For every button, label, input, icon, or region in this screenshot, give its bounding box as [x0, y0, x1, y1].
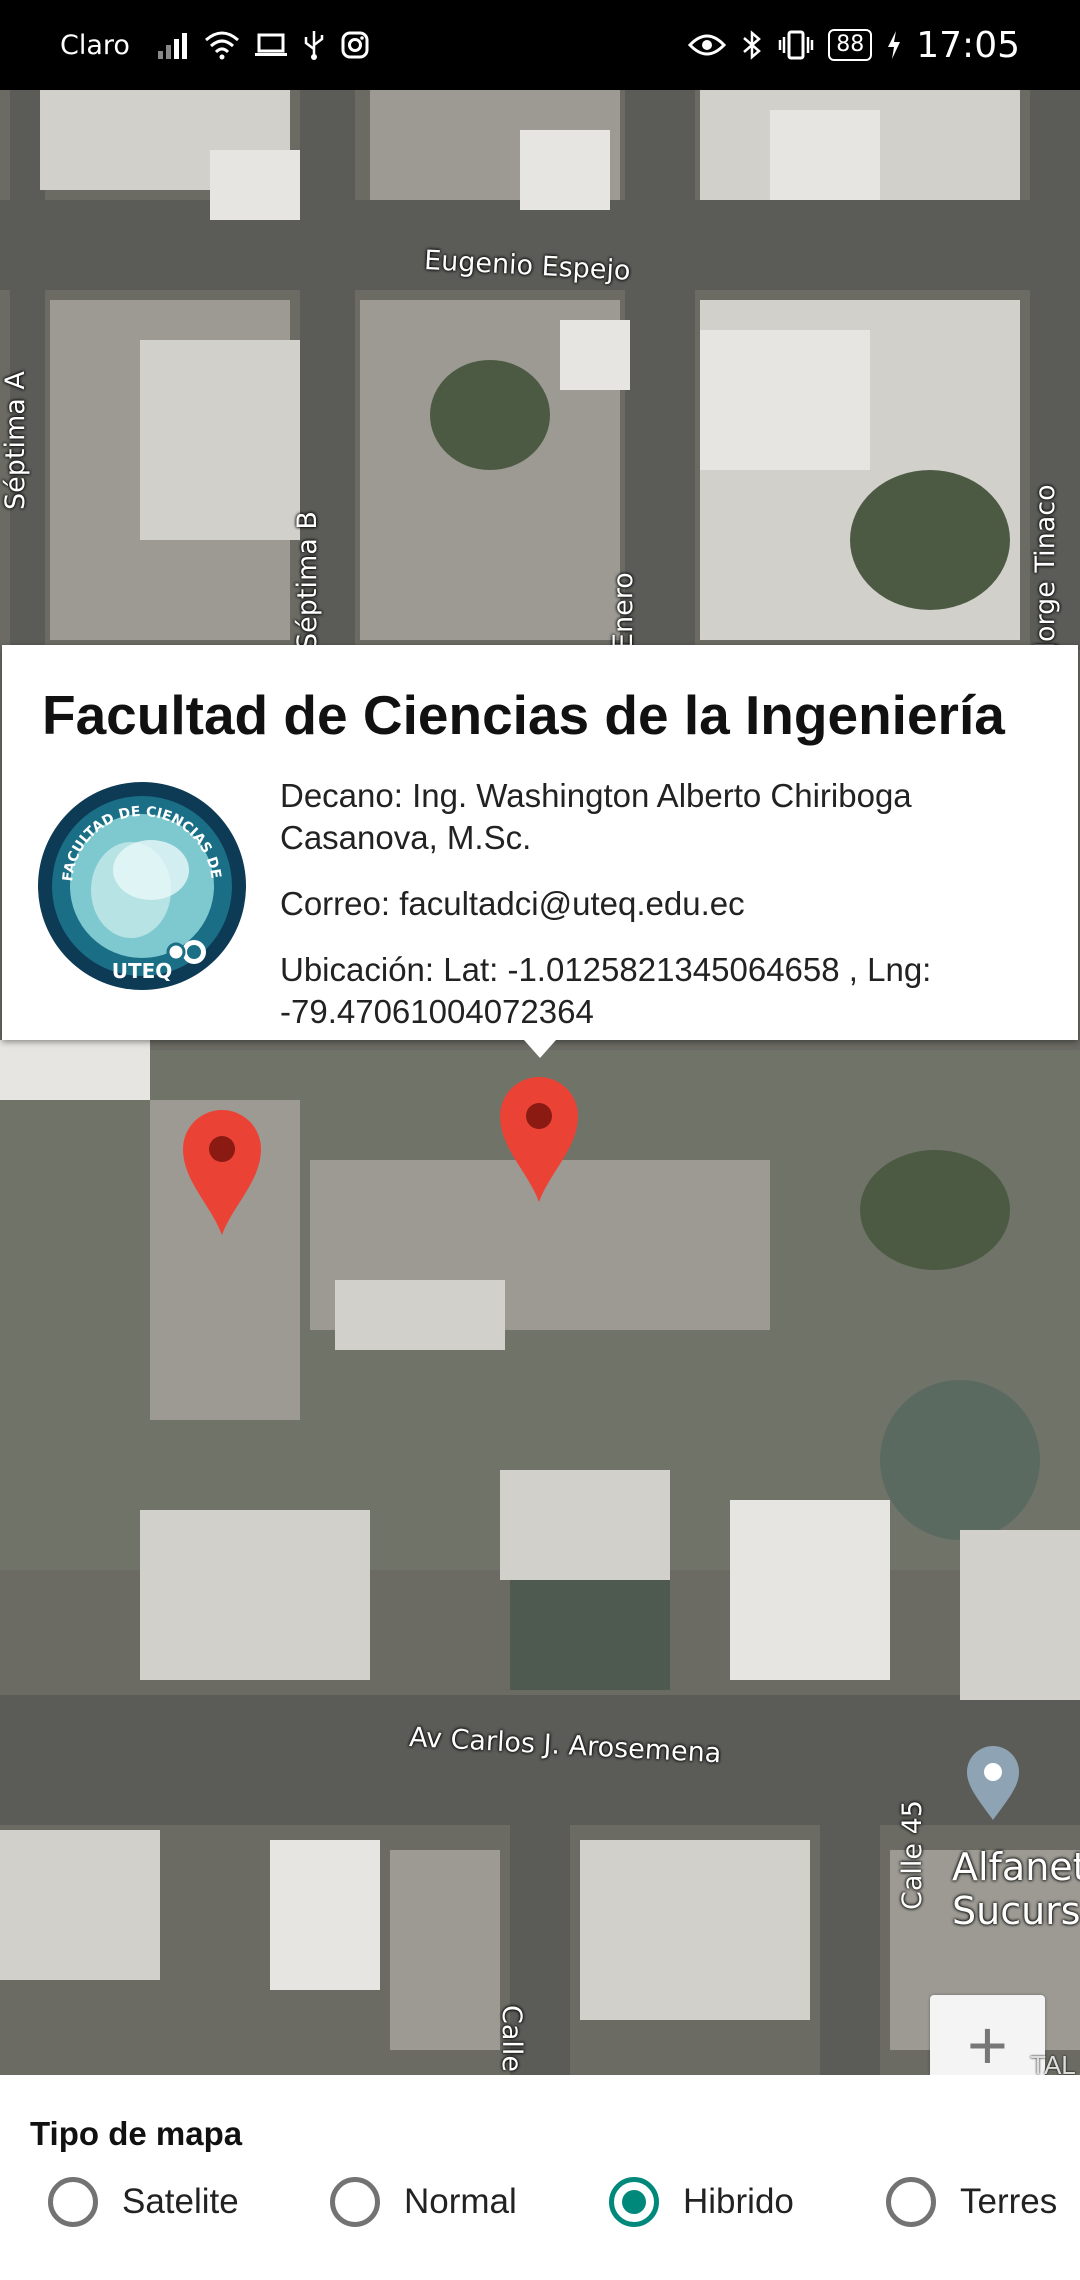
wifi-icon: [204, 31, 239, 60]
logo-brand: UTEQ: [112, 959, 173, 983]
building: [770, 110, 880, 200]
radio-circle[interactable]: [48, 2177, 98, 2227]
poi-pin-icon[interactable]: [963, 1742, 1023, 1822]
building: [730, 1500, 890, 1680]
road: [625, 90, 695, 650]
street-label: Séptima B: [292, 511, 323, 650]
map-type-panel: Tipo de mapa Satelite Normal Hibrido Ter…: [0, 2075, 1080, 2280]
street-label: Calle 45: [897, 1800, 928, 1910]
street-label: Séptima A: [0, 371, 31, 510]
location-text: Ubicación: Lat: -1.0125821345064658 , Ln…: [280, 951, 932, 1030]
radio-circle[interactable]: [886, 2177, 936, 2227]
street-label: Calle 45: [496, 2005, 527, 2075]
radio-normal[interactable]: Normal: [330, 2177, 517, 2227]
building: [0, 1830, 160, 1980]
radio-label: Hibrido: [683, 2182, 794, 2221]
radio-label: Satelite: [122, 2182, 239, 2221]
building: [510, 1580, 670, 1690]
radio-terrestre[interactable]: Terres: [886, 2177, 1080, 2227]
bluetooth-icon: [743, 30, 762, 60]
building: [210, 150, 300, 220]
battery-icon: 88: [828, 29, 873, 61]
poi-label-line2: Sucurs: [952, 1889, 1080, 1933]
building: [520, 130, 610, 210]
map-view[interactable]: Eugenio Espejo Séptima A Séptima B Enero…: [0, 90, 1080, 2075]
poi-label-line1: Alfanet: [952, 1845, 1080, 1889]
eye-icon: [688, 34, 727, 56]
radio-hibrido[interactable]: Hibrido: [597, 2165, 794, 2239]
zoom-in-label: +: [967, 2006, 1008, 2075]
building: [140, 340, 300, 540]
faculty-logo: FACULTAD DE CIENCIAS DE LA INGENIERÍA UT…: [36, 780, 246, 990]
radio-label: Terres: [960, 2182, 1058, 2221]
laptop-icon: [254, 33, 287, 56]
building: [0, 1040, 150, 1100]
instagram-icon: [341, 31, 369, 59]
zoom-in-button[interactable]: +: [930, 1995, 1045, 2075]
poi-label[interactable]: Alfanet Sucurs: [952, 1845, 1080, 1933]
street-label: Enero: [608, 572, 639, 650]
building: [335, 1280, 505, 1350]
street-label: Jorge Tinaco: [1030, 484, 1061, 650]
building: [500, 1470, 670, 1580]
email-text: Correo: facultadci@uteq.edu.ec: [280, 885, 745, 922]
tree: [850, 470, 1010, 610]
building: [960, 1530, 1080, 1700]
info-window-pointer: [524, 1040, 556, 1058]
radio-satelite[interactable]: Satelite: [48, 2177, 239, 2227]
tree: [880, 1380, 1040, 1540]
building: [560, 320, 630, 390]
radio-circle-checked[interactable]: [597, 2165, 671, 2239]
status-bar: Claro 88 17:05: [0, 0, 1080, 90]
building: [390, 1850, 500, 2050]
dean-text: Decano: Ing. Washington Alberto Chiribog…: [280, 777, 912, 856]
signal-icon: [157, 33, 187, 59]
clock: 17:05: [916, 24, 1020, 66]
charging-icon: [888, 31, 901, 59]
building: [580, 1840, 810, 2020]
map-corner-text: TAL: [1030, 2050, 1076, 2075]
vibrate-icon: [779, 30, 814, 60]
building: [700, 330, 870, 470]
radio-circle[interactable]: [330, 2177, 380, 2227]
tree: [430, 360, 550, 470]
info-details: Decano: Ing. Washington Alberto Chiribog…: [280, 775, 1040, 1057]
road: [820, 1825, 880, 2075]
info-title: Facultad de Ciencias de la Ingeniería: [42, 684, 1005, 746]
radio-label: Normal: [404, 2182, 517, 2221]
carrier-name: Claro: [60, 29, 130, 61]
map-marker-icon[interactable]: [181, 1107, 263, 1237]
info-window[interactable]: Facultad de Ciencias de la Ingeniería FA…: [2, 645, 1078, 1040]
map-type-radio-group: Satelite Normal Hibrido Terres: [0, 2165, 1080, 2267]
map-marker-icon[interactable]: [498, 1074, 580, 1204]
tree: [860, 1150, 1010, 1270]
building: [140, 1510, 370, 1680]
map-type-title: Tipo de mapa: [30, 2115, 243, 2152]
usb-icon: [304, 31, 324, 60]
building: [270, 1840, 380, 1990]
